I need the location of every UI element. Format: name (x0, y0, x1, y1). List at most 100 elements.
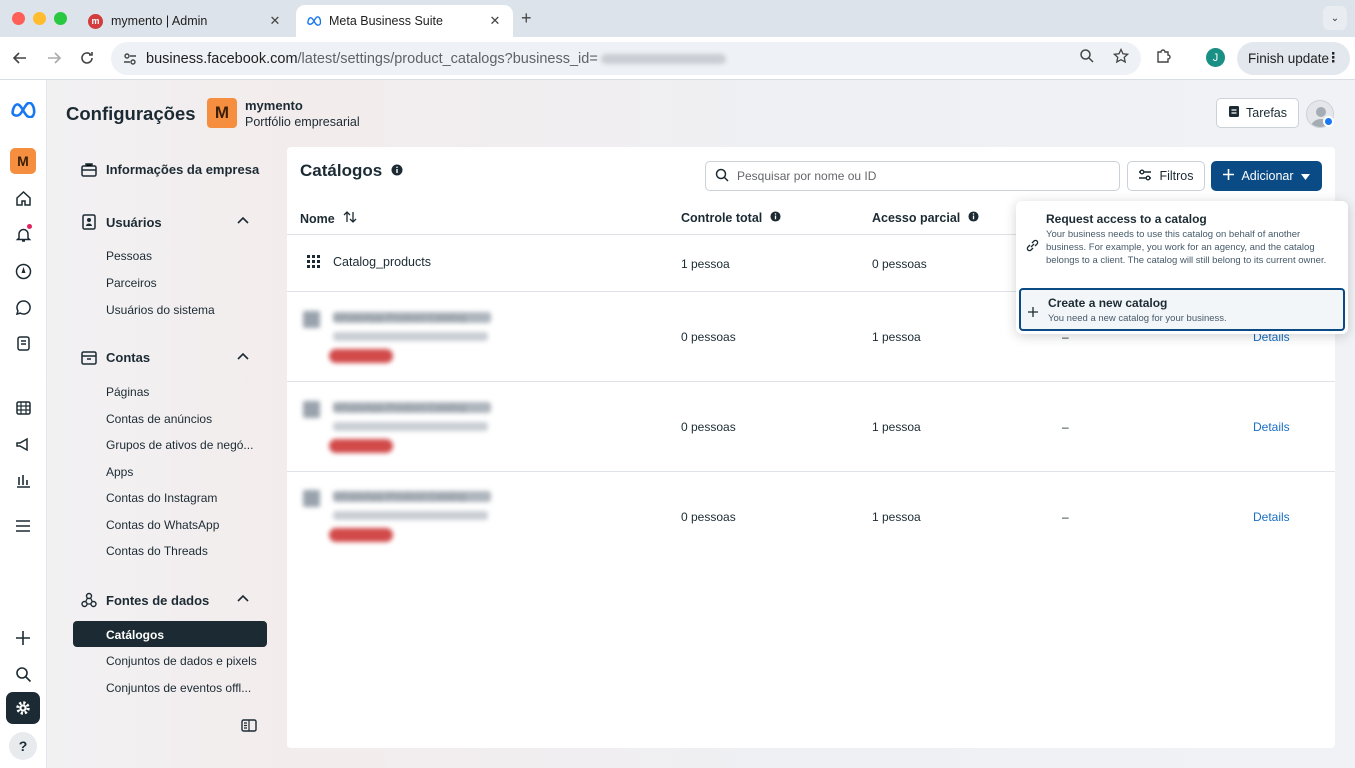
more-vertical-icon[interactable]: ⋮ (1327, 50, 1341, 66)
catalog-name[interactable]: Catalog_products (333, 255, 431, 269)
nav-item-whatsapp-accounts[interactable]: Contas do WhatsApp (106, 518, 219, 532)
nav-users[interactable]: Usuários (80, 214, 162, 230)
create-plus-icon[interactable] (11, 626, 35, 650)
notification-dot (27, 224, 32, 229)
partial-access-value: 1 pessoa (872, 510, 921, 524)
reload-icon[interactable] (75, 46, 99, 70)
create-catalog-description: You need a new catalog for your business… (1048, 313, 1227, 324)
zoom-search-icon[interactable] (1079, 48, 1095, 69)
info-icon[interactable] (770, 211, 781, 225)
business-name[interactable]: mymento (245, 98, 303, 113)
full-control-value: 0 pessoas (681, 510, 736, 524)
chevron-up-icon[interactable] (236, 592, 250, 606)
business-avatar[interactable]: M (10, 148, 36, 174)
insights-chart-icon[interactable] (11, 468, 35, 492)
nav-item-catalogs[interactable]: Catálogos (106, 628, 164, 642)
nav-item-datasets-pixels[interactable]: Conjuntos de dados e pixels (106, 654, 257, 668)
tasks-button[interactable]: Tarefas (1216, 98, 1299, 128)
content-pages-icon[interactable] (11, 331, 35, 355)
extensions-puzzle-icon[interactable] (1155, 46, 1173, 69)
catalog-grid-icon (304, 252, 322, 270)
chevron-up-icon[interactable] (236, 214, 250, 228)
search-icon[interactable] (11, 662, 35, 686)
nav-item-pessoas[interactable]: Pessoas (106, 249, 152, 263)
user-id-icon (80, 214, 98, 230)
maximize-window-button[interactable] (54, 12, 67, 25)
back-arrow-icon[interactable] (8, 46, 32, 70)
calendar-icon[interactable] (11, 395, 35, 419)
full-control-value: 0 pessoas (681, 330, 736, 344)
info-icon[interactable] (968, 211, 979, 225)
meta-logo-icon[interactable] (8, 98, 38, 122)
briefcase-icon (80, 162, 98, 177)
all-tools-menu-icon[interactable] (11, 514, 35, 538)
settings-gear-icon[interactable] (6, 692, 40, 724)
minimize-window-button[interactable] (33, 12, 46, 25)
tab-mymento-admin[interactable]: m mymento | Admin ✕ (78, 5, 293, 37)
nav-item-offline-event-sets[interactable]: Conjuntos de eventos offl... (106, 681, 251, 695)
nav-item-pages[interactable]: Páginas (106, 385, 149, 399)
info-icon[interactable] (391, 161, 403, 181)
catalogs-title: Catálogos (300, 161, 403, 181)
forward-arrow-icon[interactable] (42, 46, 66, 70)
new-tab-button[interactable]: + (521, 8, 532, 29)
inbox-chat-icon[interactable] (11, 295, 35, 319)
caret-down-icon (1300, 169, 1310, 183)
tasks-icon (1228, 105, 1240, 121)
create-catalog-option[interactable]: Create a new catalog You need a new cata… (1019, 288, 1345, 331)
tab-meta-business-suite[interactable]: Meta Business Suite ✕ (296, 5, 513, 37)
nav-item-threads-accounts[interactable]: Contas do Threads (106, 544, 208, 558)
nav-company-info[interactable]: Informações da empresa (80, 162, 259, 177)
nav-item-system-users[interactable]: Usuários do sistema (106, 303, 215, 317)
close-window-button[interactable] (12, 12, 25, 25)
redacted-business-id (600, 53, 726, 64)
collapse-sidebar-icon[interactable] (241, 719, 257, 737)
chevron-up-icon[interactable] (236, 350, 250, 364)
details-link[interactable]: Details (1253, 420, 1290, 434)
bookmark-star-icon[interactable] (1112, 47, 1130, 69)
nav-item-apps[interactable]: Apps (106, 465, 133, 479)
home-icon[interactable] (11, 186, 35, 210)
partial-access-value: 0 pessoas (872, 257, 927, 271)
ads-megaphone-icon[interactable] (11, 432, 35, 456)
tab-search-chevron-icon[interactable]: ⌄ (1323, 6, 1347, 30)
sort-arrows-icon[interactable] (343, 211, 357, 226)
nav-label: Contas (106, 350, 151, 365)
url-text: business.facebook.com/latest/settings/pr… (146, 51, 726, 67)
nav-item-instagram-accounts[interactable]: Contas do Instagram (106, 491, 217, 505)
nav-item-parceiros[interactable]: Parceiros (106, 276, 157, 290)
mymento-favicon-icon: m (88, 13, 103, 29)
request-access-title: Request access to a catalog (1046, 212, 1207, 226)
facebook-badge-icon (1323, 116, 1334, 127)
address-bar[interactable]: business.facebook.com/latest/settings/pr… (111, 42, 1141, 75)
catalog-search-input[interactable]: Pesquisar por nome ou ID (705, 161, 1120, 191)
compass-icon[interactable] (11, 259, 35, 283)
column-header-name[interactable]: Nome (300, 211, 357, 226)
nav-item-asset-groups[interactable]: Grupos de ativos de negó... (106, 438, 253, 452)
nav-item-ad-accounts[interactable]: Contas de anúncios (106, 412, 212, 426)
extra-value: – (1062, 510, 1069, 524)
close-tab-icon[interactable]: ✕ (267, 13, 283, 29)
add-button[interactable]: Adicionar (1211, 161, 1322, 191)
filters-label: Filtros (1159, 169, 1194, 183)
full-control-value: 1 pessoa (681, 257, 730, 271)
finish-update-button[interactable]: Finish update ⋮ (1237, 42, 1350, 75)
site-settings-icon[interactable] (119, 48, 141, 70)
column-label: Acesso parcial (872, 211, 961, 225)
catalog-name: WhatsApp Product Catalog (333, 491, 491, 502)
profile-avatar[interactable]: J (1206, 48, 1225, 67)
help-question-icon[interactable]: ? (9, 732, 37, 760)
add-label: Adicionar (1241, 169, 1294, 183)
nav-accounts[interactable]: Contas (80, 350, 150, 365)
details-link[interactable]: Details (1253, 510, 1290, 524)
filters-button[interactable]: Filtros (1127, 161, 1205, 191)
catalog-name: WhatsApp Product Catalog (333, 402, 491, 413)
nav-data-sources[interactable]: Fontes de dados (80, 592, 209, 608)
business-portfolio-avatar[interactable]: M (207, 98, 237, 128)
request-access-option[interactable]: Request access to a catalog Your busines… (1019, 209, 1345, 291)
notifications-bell-icon[interactable] (11, 222, 35, 246)
table-divider (287, 381, 1335, 382)
close-tab-icon[interactable]: ✕ (487, 13, 503, 29)
left-rail: M ? (0, 80, 47, 768)
search-icon (715, 168, 729, 185)
